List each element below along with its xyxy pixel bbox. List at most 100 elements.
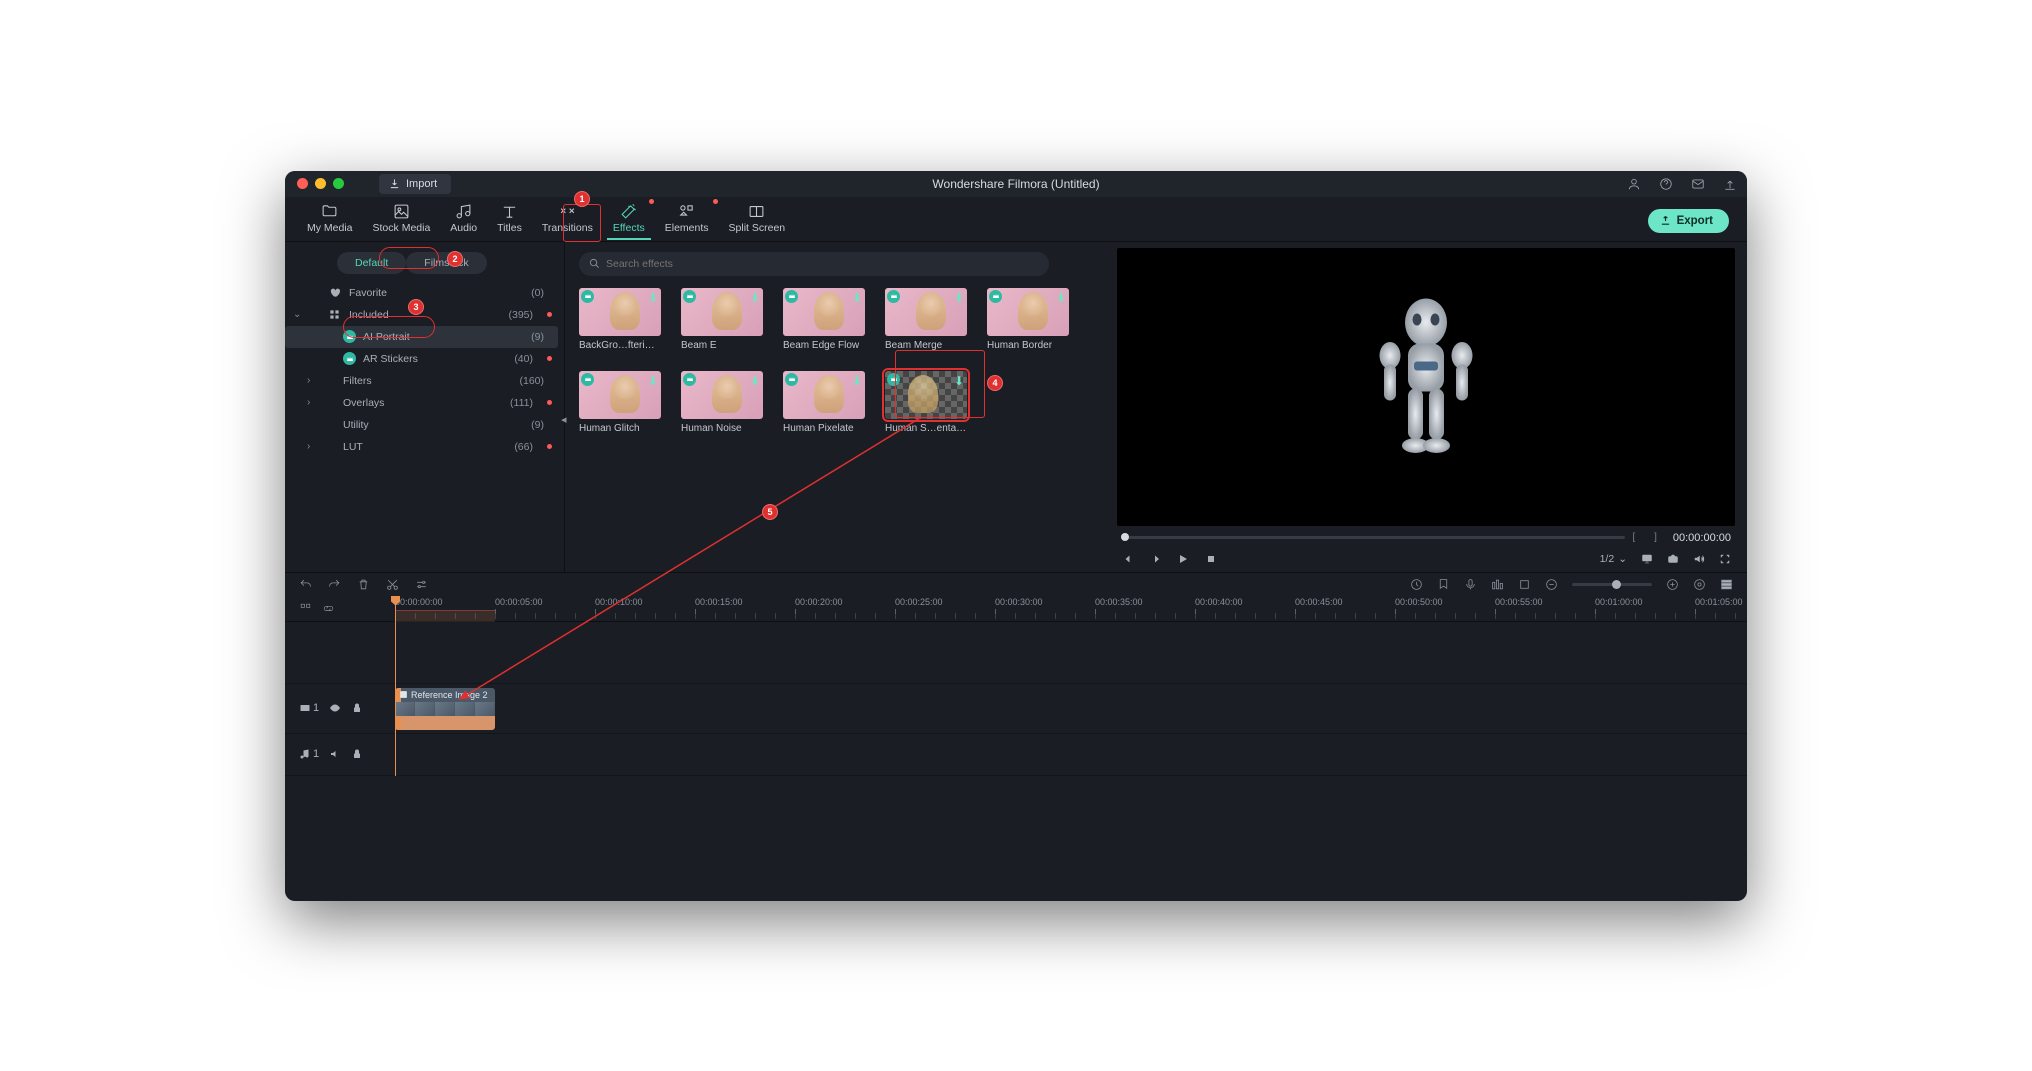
- crown-icon: [581, 373, 594, 386]
- cut-icon[interactable]: [386, 578, 399, 591]
- timeline-ruler[interactable]: 00:00:00:00 00:00:05:00 00:00:10:00 00:0…: [395, 596, 1747, 622]
- tree-ai-portrait[interactable]: AI Portrait (9): [285, 326, 558, 348]
- audio-track-1[interactable]: 1: [285, 734, 1747, 776]
- undo-icon[interactable]: [299, 578, 312, 591]
- prev-frame-icon[interactable]: [1121, 553, 1133, 565]
- upload-icon[interactable]: [1723, 177, 1737, 191]
- tab-elements[interactable]: Elements: [659, 201, 715, 236]
- zoom-out-icon[interactable]: [1545, 578, 1558, 591]
- export-label: Export: [1677, 215, 1713, 227]
- speed-icon[interactable]: [1410, 578, 1423, 591]
- tab-my-media[interactable]: My Media: [301, 201, 359, 236]
- delete-icon[interactable]: [357, 578, 370, 591]
- grid-icon: [329, 309, 343, 320]
- pill-filmstock[interactable]: Filmstock: [406, 252, 486, 274]
- zoom-fit-icon[interactable]: [1693, 578, 1706, 591]
- heart-icon: [329, 287, 343, 298]
- export-button[interactable]: Export: [1648, 209, 1729, 233]
- import-button[interactable]: Import: [379, 174, 451, 194]
- effect-human-segmentation[interactable]: ⬇ Human S…entation: [885, 371, 967, 434]
- play-icon[interactable]: [1177, 553, 1189, 565]
- effect-human-pixelate[interactable]: ⬇ Human Pixelate: [783, 371, 865, 434]
- eye-icon[interactable]: [329, 702, 341, 714]
- tree-lut[interactable]: › LUT (66): [285, 436, 558, 458]
- help-icon[interactable]: [1659, 177, 1673, 191]
- monitor-icon[interactable]: [1641, 553, 1653, 565]
- lock-icon[interactable]: [351, 748, 363, 760]
- download-icon: [389, 178, 400, 189]
- music-icon: [455, 203, 472, 220]
- mic-icon[interactable]: [1464, 578, 1477, 591]
- main-split: Default Filmstock Favorite (0) ⌄ Include…: [285, 242, 1747, 572]
- ruler-tick: 00:00:15:00: [695, 597, 743, 607]
- mixer-icon[interactable]: [1491, 578, 1504, 591]
- ruler-tick: 00:01:00:00: [1595, 597, 1643, 607]
- wand-icon: [620, 203, 637, 220]
- effect-human-glitch[interactable]: ⬇ Human Glitch: [579, 371, 661, 434]
- effect-beam-edge-flow[interactable]: ⬇ Beam Edge Flow: [783, 288, 865, 351]
- download-icon: ⬇: [648, 374, 658, 388]
- tab-audio[interactable]: Audio: [444, 201, 483, 236]
- maximize-window-icon[interactable]: [333, 178, 344, 189]
- annotation-badge-1: 1: [574, 191, 590, 207]
- chevron-down-icon: ⌄: [1618, 553, 1627, 565]
- crown-icon: [785, 373, 798, 386]
- tree-filters[interactable]: › Filters (160): [285, 370, 558, 392]
- search-effects-input[interactable]: [606, 258, 1039, 270]
- play-pause-icon[interactable]: [1149, 553, 1161, 565]
- video-track-header: 1: [285, 702, 395, 714]
- tree-ar-stickers[interactable]: AR Stickers (40): [285, 348, 558, 370]
- tree-favorite[interactable]: Favorite (0): [285, 282, 558, 304]
- crown-icon: [683, 290, 696, 303]
- preview-quality-select[interactable]: 1/2 ⌄: [1600, 553, 1627, 565]
- crop-icon[interactable]: [1518, 578, 1531, 591]
- mail-icon[interactable]: [1691, 177, 1705, 191]
- tab-split-screen[interactable]: Split Screen: [723, 201, 792, 236]
- effect-beam-merge[interactable]: ⬇ Beam Merge: [885, 288, 967, 351]
- effect-background-afterimage[interactable]: ⬇ BackGro…fterimage: [579, 288, 661, 351]
- panel-collapse-icon[interactable]: ◂: [561, 413, 567, 426]
- magnet-icon[interactable]: [299, 602, 312, 615]
- effect-beam-e[interactable]: ⬇ Beam E: [681, 288, 763, 351]
- crown-icon: [683, 373, 696, 386]
- camera-icon[interactable]: [1667, 553, 1679, 565]
- preview-controls: 1/2 ⌄: [1113, 546, 1739, 572]
- link-icon[interactable]: [322, 602, 335, 615]
- tab-titles[interactable]: Titles: [491, 201, 528, 236]
- tab-effects[interactable]: Effects: [607, 201, 651, 236]
- robot-preview-image: [1351, 287, 1501, 487]
- zoom-in-icon[interactable]: [1666, 578, 1679, 591]
- user-icon[interactable]: [1627, 177, 1641, 191]
- preview-canvas[interactable]: [1117, 248, 1735, 526]
- redo-icon[interactable]: [328, 578, 341, 591]
- effect-human-noise[interactable]: ⬇ Human Noise: [681, 371, 763, 434]
- tree-overlays[interactable]: › Overlays (111): [285, 392, 558, 414]
- preview-scrubber[interactable]: [ ] 00:00:00:00: [1113, 530, 1739, 546]
- zoom-slider[interactable]: [1572, 583, 1652, 586]
- volume-icon[interactable]: [1693, 553, 1705, 565]
- track-view-toggle[interactable]: [1720, 578, 1733, 591]
- minimize-window-icon[interactable]: [315, 178, 326, 189]
- settings-icon[interactable]: [415, 578, 428, 591]
- tree-utility[interactable]: Utility (9): [285, 414, 558, 436]
- search-effects-input-wrap[interactable]: [579, 252, 1049, 276]
- timeline-clip[interactable]: Reference Image 2: [395, 688, 495, 730]
- category-tree: Favorite (0) ⌄ Included (395) AI Portrai: [285, 282, 564, 458]
- effect-human-border[interactable]: ⬇ Human Border: [987, 288, 1069, 351]
- fullscreen-icon[interactable]: [1719, 553, 1731, 565]
- close-window-icon[interactable]: [297, 178, 308, 189]
- scrubber-handle[interactable]: [1121, 533, 1129, 541]
- tab-stock-media[interactable]: Stock Media: [367, 201, 437, 236]
- stop-icon[interactable]: [1205, 553, 1217, 565]
- ruler-tick: 00:00:00:00: [395, 597, 443, 607]
- video-track-1[interactable]: 1 Reference Image 2: [285, 684, 1747, 734]
- marker-icon[interactable]: [1437, 578, 1450, 591]
- grid-view-toggle[interactable]: [1059, 262, 1072, 266]
- lock-icon[interactable]: [351, 702, 363, 714]
- tab-transitions[interactable]: Transitions: [536, 201, 599, 236]
- download-icon: ⬇: [954, 374, 964, 388]
- source-pills: Default Filmstock: [285, 242, 564, 282]
- pill-default[interactable]: Default: [337, 252, 406, 274]
- speaker-icon[interactable]: [329, 748, 341, 760]
- playhead[interactable]: [395, 596, 396, 776]
